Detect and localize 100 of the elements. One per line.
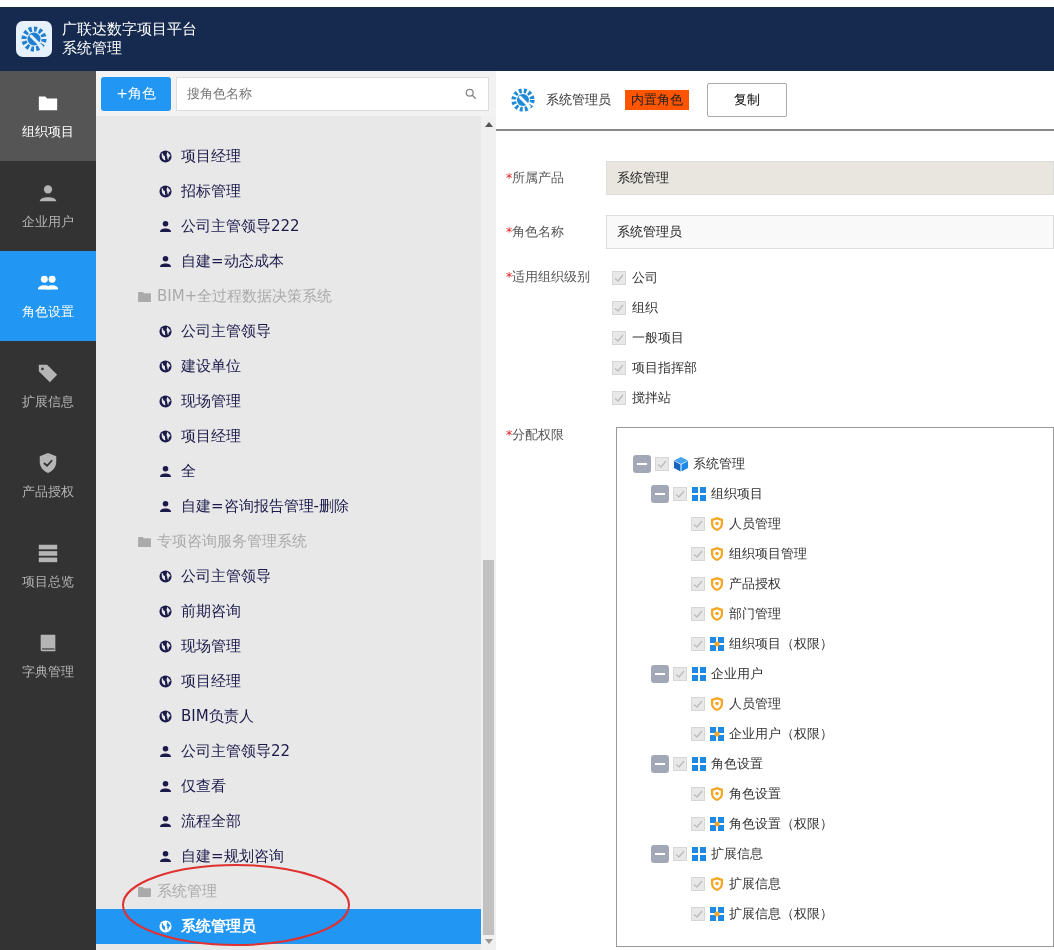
role-title: 系统管理员: [546, 91, 611, 109]
cube-icon: [673, 456, 689, 472]
nav-item[interactable]: 项目总览: [0, 521, 96, 611]
copy-button[interactable]: 复制: [707, 83, 787, 117]
checkbox[interactable]: [691, 547, 705, 561]
tree-node-label[interactable]: 扩展信息: [729, 875, 781, 893]
required-mark: *: [506, 269, 513, 284]
search-icon[interactable]: [465, 87, 477, 100]
checkbox[interactable]: [691, 697, 705, 711]
person-icon: [159, 815, 172, 828]
tree-node-label[interactable]: 角色设置（权限）: [729, 815, 833, 833]
text-field[interactable]: 系统管理员: [606, 215, 1054, 249]
tree-node-label[interactable]: 人员管理: [729, 695, 781, 713]
tree-node-label[interactable]: 扩展信息（权限）: [729, 905, 833, 923]
checkbox-label[interactable]: 搅拌站: [632, 389, 671, 407]
field-label: 角色名称: [512, 223, 565, 239]
built-in-role-badge: 内置角色: [625, 90, 689, 110]
checkbox[interactable]: [612, 331, 626, 345]
scroll-down-icon[interactable]: [484, 939, 493, 944]
nav-item[interactable]: 产品授权: [0, 431, 96, 521]
search-field[interactable]: 搜角色名称: [176, 76, 489, 111]
checkbox[interactable]: [691, 607, 705, 621]
role-item[interactable]: 自建=动态成本: [96, 244, 481, 279]
checkbox[interactable]: [691, 787, 705, 801]
shield-icon: [709, 606, 725, 622]
nav-item[interactable]: 字典管理: [0, 611, 96, 701]
folder-icon: [138, 886, 151, 897]
required-mark: *: [506, 169, 513, 185]
checkbox-label[interactable]: 项目指挥部: [632, 359, 697, 377]
role-item[interactable]: 公司主管领导222: [96, 209, 481, 244]
tree-node-label[interactable]: 系统管理: [693, 455, 745, 473]
role-item[interactable]: 公司主管领导22: [96, 734, 481, 769]
role-item[interactable]: 自建=规划咨询: [96, 839, 481, 874]
checkbox-label[interactable]: 一般项目: [632, 329, 684, 347]
role-item[interactable]: 公司主管领导: [96, 559, 481, 594]
collapse-toggle[interactable]: [651, 755, 669, 773]
collapse-toggle[interactable]: [651, 485, 669, 503]
grid-icon: [691, 666, 707, 682]
checkbox[interactable]: [691, 727, 705, 741]
tree-node-label[interactable]: 组织项目: [711, 485, 763, 503]
checkbox[interactable]: [612, 271, 626, 285]
grid-icon: [709, 906, 725, 922]
shield-icon: [709, 516, 725, 532]
shield-icon: [709, 876, 725, 892]
gear-wrench-logo-icon: [16, 21, 52, 57]
person-icon: [159, 255, 172, 268]
field-label: 所属产品: [512, 169, 565, 185]
checkbox[interactable]: [673, 667, 687, 681]
checkbox-label[interactable]: 公司: [632, 269, 658, 287]
checkbox[interactable]: [655, 457, 669, 471]
checkbox[interactable]: [691, 877, 705, 891]
role-item[interactable]: 现场管理: [96, 629, 481, 664]
checkbox[interactable]: [612, 361, 626, 375]
tree-node-label[interactable]: 部门管理: [729, 605, 781, 623]
tree-node-label[interactable]: 企业用户（权限）: [729, 725, 833, 743]
role-item[interactable]: 公司主管领导: [96, 314, 481, 349]
role-item[interactable]: 流程全部: [96, 804, 481, 839]
tree-node-label[interactable]: 人员管理: [729, 515, 781, 533]
role-item[interactable]: 项目经理: [96, 419, 481, 454]
checkbox[interactable]: [691, 907, 705, 921]
globe-icon: [159, 185, 172, 198]
role-item[interactable]: 仅查看: [96, 769, 481, 804]
checkbox[interactable]: [673, 757, 687, 771]
tree-node-label[interactable]: 角色设置: [729, 785, 781, 803]
nav-item[interactable]: 企业用户: [0, 161, 96, 251]
role-item[interactable]: 全: [96, 454, 481, 489]
collapse-toggle[interactable]: [651, 665, 669, 683]
role-item[interactable]: 前期咨询: [96, 594, 481, 629]
tree-node-label[interactable]: 产品授权: [729, 575, 781, 593]
role-item[interactable]: 建设单位: [96, 349, 481, 384]
globe-icon: [159, 710, 172, 723]
collapse-toggle[interactable]: [651, 845, 669, 863]
checkbox[interactable]: [691, 637, 705, 651]
nav-item[interactable]: 扩展信息: [0, 341, 96, 431]
checkbox[interactable]: [691, 517, 705, 531]
collapse-toggle[interactable]: [633, 455, 651, 473]
role-item[interactable]: 招标管理: [96, 174, 481, 209]
tree-node-label[interactable]: 企业用户: [711, 665, 763, 683]
tree-node-label[interactable]: 扩展信息: [711, 845, 763, 863]
tree-node-label[interactable]: 组织项目（权限）: [729, 635, 833, 653]
role-item[interactable]: 自建=咨询报告管理-删除: [96, 489, 481, 524]
checkbox[interactable]: [612, 391, 626, 405]
role-item[interactable]: BIM负责人: [96, 699, 481, 734]
role-item[interactable]: 项目经理: [96, 664, 481, 699]
checkbox[interactable]: [673, 487, 687, 501]
checkbox[interactable]: [691, 817, 705, 831]
grid-icon: [709, 726, 725, 742]
grid-icon: [691, 486, 707, 502]
role-item[interactable]: 项目经理: [96, 139, 481, 174]
checkbox-label[interactable]: 组织: [632, 299, 658, 317]
checkbox[interactable]: [612, 301, 626, 315]
scroll-up-icon[interactable]: [484, 122, 493, 127]
role-item[interactable]: 现场管理: [96, 384, 481, 419]
checkbox[interactable]: [673, 847, 687, 861]
tree-node-label[interactable]: 组织项目管理: [729, 545, 807, 563]
tree-node-label[interactable]: 角色设置: [711, 755, 763, 773]
nav-item[interactable]: 组织项目: [0, 71, 96, 161]
checkbox[interactable]: [691, 577, 705, 591]
person-icon: [159, 500, 172, 513]
scrollbar[interactable]: [481, 116, 496, 950]
